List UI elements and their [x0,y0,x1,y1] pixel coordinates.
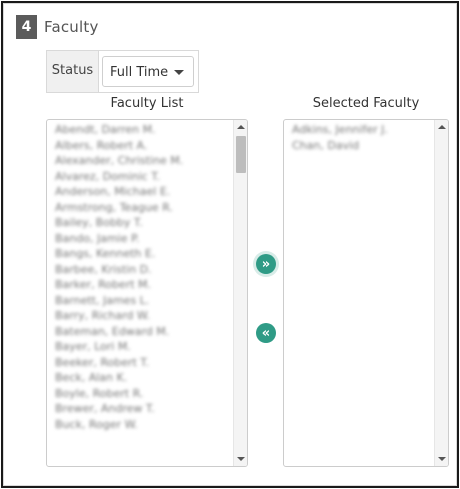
faculty-listbox[interactable]: Abendt, Darren M. Albers, Robert A. Alexan… [46,119,248,467]
section-title: Faculty [44,18,99,36]
list-item[interactable]: Bangs, Kenneth E. [55,246,231,262]
list-item[interactable]: Alvarez, Dominic T. [55,169,231,185]
list-item[interactable]: Bayer, Lori M. [55,339,231,355]
chevron-down-icon [174,70,184,75]
list-item[interactable]: Anderson, Michael E. [55,184,231,200]
list-item[interactable]: Barry, Richard W. [55,308,231,324]
list-item[interactable]: Beck, Alan K. [55,370,231,386]
status-label: Status [47,51,99,92]
list-item[interactable]: Abendt, Darren M. [55,122,231,138]
list-item[interactable]: Albers, Robert A. [55,138,231,154]
faculty-list-scrollbar[interactable] [233,120,247,466]
list-item[interactable]: Boyle, Robert R. [55,386,231,402]
selected-faculty-listbox[interactable]: Adkins, Jennifer J. Chan, David [283,119,449,467]
scroll-down-arrow-icon[interactable] [438,457,446,461]
faculty-panel: 4 Faculty Status Full Time Faculty List … [1,1,459,488]
list-item[interactable]: Brewer, Andrew T. [55,401,231,417]
remove-faculty-button[interactable]: « [256,323,276,343]
faculty-list-title: Faculty List [110,96,184,111]
selected-faculty-items: Adkins, Jennifer J. Chan, David [292,122,432,153]
step-number-badge: 4 [16,15,37,39]
list-item[interactable]: Barker, Robert M. [55,277,231,293]
list-item[interactable]: Bailey, Bobby T. [55,215,231,231]
list-item[interactable]: Barnett, James L. [55,293,231,309]
list-item[interactable]: Adkins, Jennifer J. [292,122,432,138]
list-item[interactable]: Bateman, Edward M. [55,324,231,340]
status-dropdown-value: Full Time [110,65,169,80]
scroll-up-arrow-icon[interactable] [237,125,245,129]
scroll-down-arrow-icon[interactable] [237,457,245,461]
list-item[interactable]: Armstrong, Teague R. [55,200,231,216]
status-filter: Status Full Time [46,50,199,93]
list-item[interactable]: Beeker, Robert T. [55,355,231,371]
scroll-thumb[interactable] [236,136,246,173]
selected-faculty-title: Selected Faculty [312,96,420,111]
section-header: 4 Faculty [16,15,99,39]
add-faculty-button[interactable]: » [256,254,276,274]
list-item[interactable]: Chan, David [292,138,432,154]
list-item[interactable]: Alexander, Christine M. [55,153,231,169]
scroll-up-arrow-icon[interactable] [438,125,446,129]
selected-list-scrollbar[interactable] [434,120,448,466]
list-item[interactable]: Bando, Jamie P. [55,231,231,247]
list-item[interactable]: Barbee, Kristin D. [55,262,231,278]
list-item[interactable]: Buck, Roger W. [55,417,231,433]
status-dropdown[interactable]: Full Time [102,56,194,87]
faculty-list-items: Abendt, Darren M. Albers, Robert A. Alexan… [55,122,231,432]
